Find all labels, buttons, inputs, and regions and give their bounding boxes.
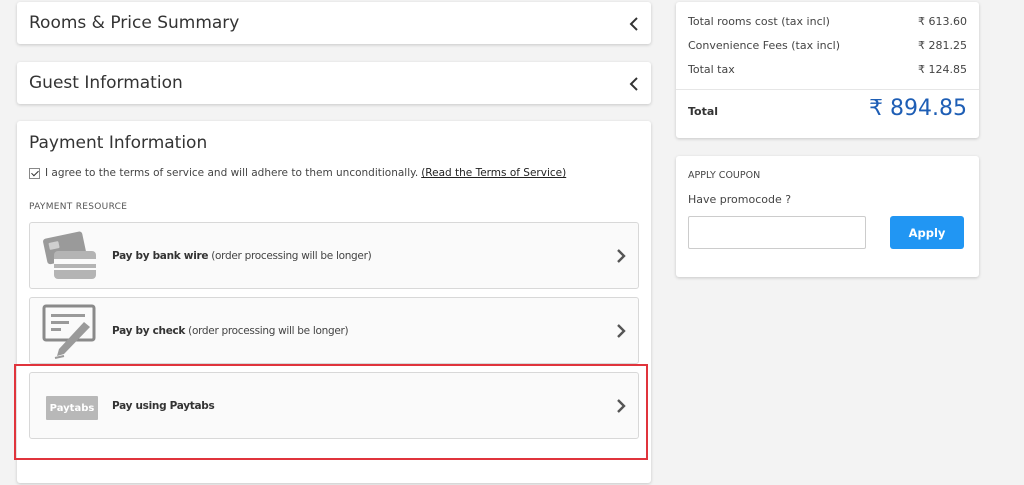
total-label: Total — [688, 105, 719, 118]
rooms-price-summary-title: Rooms & Price Summary — [29, 13, 240, 33]
convenience-fees-label: Convenience Fees (tax incl) — [688, 39, 841, 52]
convenience-fees-row: Convenience Fees (tax incl) ₹ 281.25 — [688, 39, 967, 52]
price-summary-card: Total rooms cost (tax incl) ₹ 613.60 Con… — [676, 2, 979, 138]
total-rooms-cost-label: Total rooms cost (tax incl) — [688, 15, 830, 28]
total-rooms-cost-value: ₹ 613.60 — [918, 15, 967, 28]
apply-coupon-card: APPLY COUPON Have promocode ? Apply — [676, 156, 979, 277]
payment-information-title: Payment Information — [29, 133, 208, 153]
guest-information-panel[interactable]: Guest Information — [17, 62, 651, 104]
check-text: Pay by check (order processing will be l… — [112, 325, 349, 337]
promocode-label: Have promocode ? — [688, 193, 792, 206]
chevron-left-icon[interactable] — [629, 77, 639, 91]
chevron-right-icon[interactable] — [616, 249, 626, 263]
paytabs-logo: Paytabs — [46, 396, 98, 420]
rooms-price-summary-panel[interactable]: Rooms & Price Summary — [17, 2, 651, 44]
chevron-right-icon[interactable] — [616, 324, 626, 338]
guest-information-title: Guest Information — [29, 73, 183, 93]
pay-using-paytabs-option[interactable]: Paytabs Pay using Paytabs — [29, 372, 639, 439]
terms-checkbox[interactable] — [29, 167, 40, 179]
terms-of-service-link[interactable]: (Read the Terms of Service) — [421, 167, 566, 179]
promocode-input[interactable] — [688, 216, 866, 249]
pay-by-bank-wire-option[interactable]: Pay by bank wire (order processing will … — [29, 222, 639, 289]
summary-divider — [676, 89, 979, 90]
bank-card-icon — [43, 231, 96, 279]
terms-agreement: I agree to the terms of service and will… — [29, 167, 566, 179]
check-pen-icon — [42, 304, 96, 359]
pay-by-check-option[interactable]: Pay by check (order processing will be l… — [29, 297, 639, 364]
total-tax-row: Total tax ₹ 124.85 — [688, 63, 967, 76]
apply-coupon-button[interactable]: Apply — [890, 216, 964, 249]
paytabs-text: Pay using Paytabs — [112, 400, 215, 412]
bank-wire-text: Pay by bank wire (order processing will … — [112, 250, 372, 262]
total-tax-label: Total tax — [688, 63, 735, 76]
chevron-right-icon[interactable] — [616, 399, 626, 413]
chevron-left-icon[interactable] — [629, 17, 639, 31]
total-tax-value: ₹ 124.85 — [918, 63, 967, 76]
terms-text: I agree to the terms of service and will… — [45, 167, 419, 179]
convenience-fees-value: ₹ 281.25 — [918, 39, 967, 52]
apply-coupon-title: APPLY COUPON — [688, 170, 761, 181]
payment-information-panel: Payment Information I agree to the terms… — [17, 121, 651, 483]
total-value: ₹ 894.85 — [869, 96, 967, 121]
total-rooms-cost-row: Total rooms cost (tax incl) ₹ 613.60 — [688, 15, 967, 28]
payment-resource-label: PAYMENT RESOURCE — [29, 202, 128, 212]
